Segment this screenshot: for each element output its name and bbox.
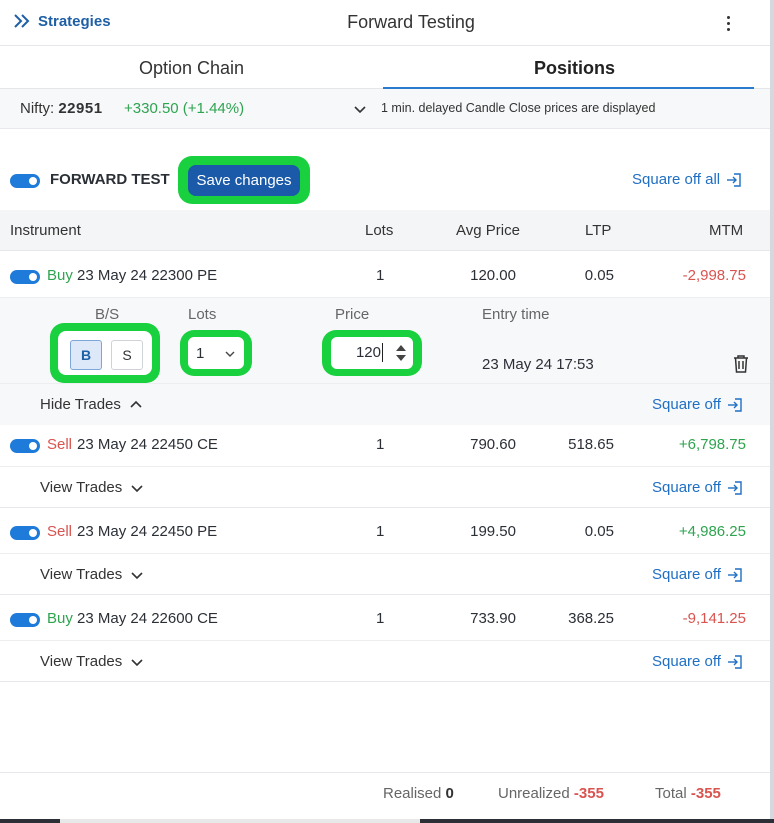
total-value: -355 <box>690 785 721 802</box>
view-trades-toggle[interactable]: View Trades <box>40 653 144 670</box>
view-trades-toggle[interactable]: View Trades <box>40 479 144 496</box>
buy-sell-highlight: B S <box>50 323 160 383</box>
chevron-up-icon <box>130 400 142 408</box>
price-header: Price <box>335 306 370 323</box>
unrealized-summary: Unrealized -355 <box>498 785 604 802</box>
col-avg-price: Avg Price <box>456 222 520 239</box>
exit-icon <box>727 397 742 412</box>
col-ltp: LTP <box>585 222 612 239</box>
sell-button[interactable]: S <box>111 340 143 370</box>
chevron-down-icon <box>225 351 235 357</box>
exit-icon <box>727 654 742 669</box>
entry-time-header: Entry time <box>482 306 550 323</box>
col-mtm: MTM <box>709 222 744 239</box>
hide-trades-toggle[interactable]: Hide Trades <box>40 396 143 413</box>
more-options-icon[interactable] <box>716 10 740 36</box>
pnl-summary: Realised 0 Unrealized -355 Total -355 <box>0 772 770 814</box>
square-off-all-label: Square off all <box>632 171 721 188</box>
chevron-down-icon <box>131 571 143 579</box>
trash-icon[interactable] <box>732 354 750 374</box>
exit-icon <box>727 172 741 187</box>
price-highlight: 120 <box>322 330 422 376</box>
nifty-quote: Nifty: 22951 <box>20 100 103 117</box>
chevron-down-icon[interactable] <box>352 101 368 117</box>
square-off-label: Square off <box>652 653 721 670</box>
top-bar: Strategies Forward Testing <box>0 0 774 46</box>
hide-trades-label: Hide Trades <box>40 396 121 413</box>
tab-option-chain[interactable]: Option Chain <box>0 46 383 88</box>
scrollbar[interactable] <box>770 0 774 823</box>
nifty-label: Nifty: <box>20 100 55 117</box>
col-instrument: Instrument <box>10 222 81 239</box>
view-trades-label: View Trades <box>40 566 123 583</box>
square-off-button[interactable]: Square off <box>652 479 743 496</box>
square-off-button[interactable]: Square off <box>652 653 743 670</box>
price-input[interactable]: 120 <box>331 337 413 369</box>
ticker-bar: Nifty: 22951 +330.50 (+1.44%) 1 min. del… <box>0 89 770 129</box>
tab-positions[interactable]: Positions <box>383 46 766 89</box>
position-mtm: +4,986.25 <box>678 523 746 540</box>
col-lots: Lots <box>365 222 394 239</box>
position-row: Buy 23 May 24 22600 CE 1 733.90 368.25 -… <box>0 595 770 682</box>
position-mtm: -9,141.25 <box>682 610 746 627</box>
text-caret <box>382 343 383 362</box>
square-off-button[interactable]: Square off <box>652 396 743 413</box>
view-trades-label: View Trades <box>40 479 123 496</box>
square-off-label: Square off <box>652 396 721 413</box>
bs-header: B/S <box>95 306 120 323</box>
lots-header: Lots <box>188 306 217 323</box>
lots-select-value: 1 <box>196 344 205 362</box>
square-off-label: Square off <box>652 479 721 496</box>
trade-detail-panel: B/S Lots Price Entry time B S 1 120 23 M… <box>0 298 770 384</box>
buy-button[interactable]: B <box>70 340 102 370</box>
lots-select[interactable]: 1 <box>188 337 244 369</box>
realised-value: 0 <box>445 785 454 802</box>
page-title: Forward Testing <box>347 12 475 32</box>
forward-test-toggle[interactable] <box>10 174 40 188</box>
save-changes-highlight: Save changes <box>178 156 310 204</box>
chevron-down-icon <box>131 658 143 666</box>
exit-icon <box>727 567 742 582</box>
realised-label: Realised <box>383 785 442 802</box>
total-label: Total <box>655 785 687 802</box>
unrealized-label: Unrealized <box>498 785 570 802</box>
positions-table-header: Instrument Lots Avg Price LTP MTM <box>0 210 770 251</box>
square-off-button[interactable]: Square off <box>652 566 743 583</box>
position-row: Buy 23 May 24 22300 PE 1 120.00 0.05 -2,… <box>0 252 770 425</box>
price-input-value: 120 <box>355 344 381 361</box>
delay-note: 1 min. delayed Candle Close prices are d… <box>381 101 656 115</box>
square-off-label: Square off <box>652 566 721 583</box>
square-off-all-button[interactable]: Square off all <box>632 171 742 188</box>
view-trades-label: View Trades <box>40 653 123 670</box>
chevron-down-icon <box>131 484 143 492</box>
position-mtm: +6,798.75 <box>678 436 746 453</box>
spinner-arrows-icon[interactable] <box>395 344 407 362</box>
lots-highlight: 1 <box>180 330 252 376</box>
nifty-price: 22951 <box>58 100 103 117</box>
exit-icon <box>727 480 742 495</box>
realised-summary: Realised 0 <box>383 785 454 802</box>
unrealized-value: -355 <box>573 785 604 802</box>
nifty-change: +330.50 (+1.44%) <box>124 100 245 117</box>
position-row: Sell 23 May 24 22450 PE 1 199.50 0.05 +4… <box>0 508 770 595</box>
save-changes-button[interactable]: Save changes <box>188 164 300 196</box>
forward-test-row: FORWARD TEST Save changes Square off all <box>0 155 770 207</box>
view-trades-toggle[interactable]: View Trades <box>40 566 144 583</box>
total-summary: Total -355 <box>655 785 721 802</box>
position-mtm: -2,998.75 <box>682 267 746 284</box>
position-row: Sell 23 May 24 22450 CE 1 790.60 518.65 … <box>0 421 770 508</box>
entry-time-value: 23 May 24 17:53 <box>482 356 594 373</box>
forward-test-label: FORWARD TEST <box>50 171 170 188</box>
tab-bar: Option Chain Positions <box>0 46 770 89</box>
window-bottom-edge <box>0 819 774 823</box>
